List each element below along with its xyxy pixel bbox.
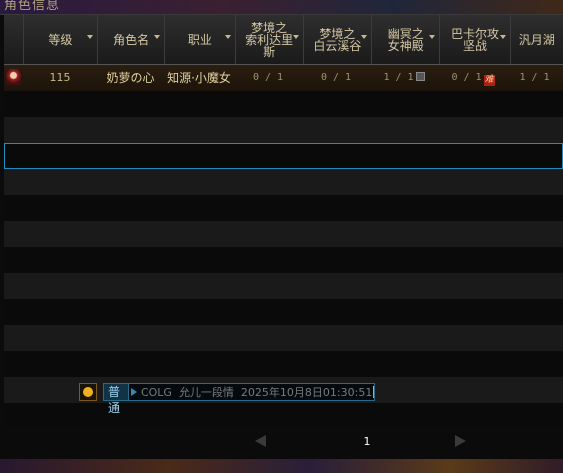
header-dungeon-1[interactable]: 梦境之 索利达里 斯 (236, 15, 304, 64)
chat-input-text: COLG 允儿一段情 2025年10月8日01:30:51 (140, 386, 373, 399)
scenery-top (0, 0, 563, 14)
lock-icon (415, 72, 425, 81)
table-row-empty[interactable] (4, 247, 563, 273)
smiley-icon (83, 387, 93, 397)
character-table: 115 奶萝の心 知源·小魔女 0 / 1 0 / 1 1 / 1 0 / 1难… (4, 65, 563, 429)
row-dungeon-1: 0 / 1 (252, 72, 284, 83)
table-row-selected-empty[interactable] (4, 143, 563, 169)
header-avatar-col (4, 15, 24, 64)
chat-bar: 普通 COLG 允儿一段情 2025年10月8日01:30:51 (79, 382, 563, 415)
table-row-empty[interactable] (4, 195, 563, 221)
row-dungeon-3: 1 / 1 (370, 65, 438, 91)
text-cursor (373, 386, 374, 398)
header-name[interactable]: 角色名 (98, 15, 166, 64)
header-dungeon-2-label: 梦境之 白云溪谷 (313, 26, 362, 53)
table-row-empty[interactable] (4, 273, 563, 299)
header-dungeon-2[interactable]: 梦境之 白云溪谷 (304, 15, 373, 64)
sort-arrow-icon (87, 35, 93, 39)
header-dungeon-5[interactable]: 汎月湖 (511, 15, 563, 64)
character-avatar-icon (6, 69, 21, 85)
table-row[interactable]: 115 奶萝の心 知源·小魔女 0 / 1 0 / 1 1 / 1 0 / 1难… (4, 65, 563, 92)
header-dungeon-3[interactable]: 幽冥之 女神殿 (372, 15, 441, 64)
row-dungeon-2: 0 / 1 (320, 72, 352, 83)
header-job-label: 职业 (187, 32, 212, 47)
header-dungeon-5-label: 汎月湖 (518, 32, 555, 47)
header-dungeon-4-label: 巴卡尔攻 坚战 (450, 26, 499, 53)
chat-channel-selector[interactable]: 普通 (104, 384, 129, 415)
character-panel: 等级 角色名 职业 梦境之 索利达里 斯 梦境之 白云溪谷 幽冥之 女神殿 巴卡… (0, 14, 563, 460)
row-dungeon-5: 1 / 1 (519, 72, 550, 83)
next-page-icon[interactable] (455, 435, 466, 447)
pagination: 1 (0, 433, 563, 453)
header-level[interactable]: 等级 (24, 15, 98, 64)
sort-arrow-icon (499, 35, 506, 39)
header-dungeon-3-label: 幽冥之 女神殿 (387, 26, 424, 53)
table-row-empty[interactable] (4, 403, 563, 429)
header-name-label: 角色名 (113, 32, 150, 47)
sort-arrow-icon (292, 35, 299, 39)
header-dungeon-1-label: 梦境之 索利达里 斯 (245, 20, 294, 59)
sort-arrow-icon (154, 35, 161, 39)
row-character-name: 奶萝の心 (106, 71, 155, 85)
header-job[interactable]: 职业 (165, 15, 236, 64)
chat-input[interactable]: 普通 COLG 允儿一段情 2025年10月8日01:30:51 (103, 383, 375, 415)
emoji-button[interactable] (79, 383, 97, 401)
window-title: 角色信息 (4, 0, 61, 13)
sort-arrow-icon (429, 35, 436, 39)
table-row-empty[interactable] (4, 351, 563, 377)
table-row-empty[interactable] (4, 325, 563, 351)
table-row-empty[interactable] (4, 299, 563, 325)
page-number: 1 (363, 435, 371, 448)
sort-arrow-icon (361, 35, 368, 39)
table-row-empty[interactable] (4, 117, 563, 143)
row-level: 115 (49, 71, 71, 84)
channel-arrow-icon (130, 388, 137, 396)
header-dungeon-4[interactable]: 巴卡尔攻 坚战 (440, 15, 511, 64)
sort-arrow-icon (224, 35, 231, 39)
table-row-empty[interactable] (4, 221, 563, 247)
scenery-bottom (0, 459, 563, 473)
table-row-empty[interactable] (4, 91, 563, 117)
table-row-empty[interactable] (4, 169, 563, 195)
row-job: 知源·小魔女 (167, 71, 231, 85)
row-dungeon-4: 0 / 1难 (438, 65, 508, 91)
header-level-label: 等级 (48, 32, 73, 47)
table-header: 等级 角色名 职业 梦境之 索利达里 斯 梦境之 白云溪谷 幽冥之 女神殿 巴卡… (4, 15, 563, 65)
row-dungeon-4-value: 0 / 1 (451, 72, 482, 83)
hard-mode-icon: 难 (483, 75, 495, 86)
prev-page-icon[interactable] (255, 435, 266, 447)
row-dungeon-3-value: 1 / 1 (383, 72, 414, 83)
